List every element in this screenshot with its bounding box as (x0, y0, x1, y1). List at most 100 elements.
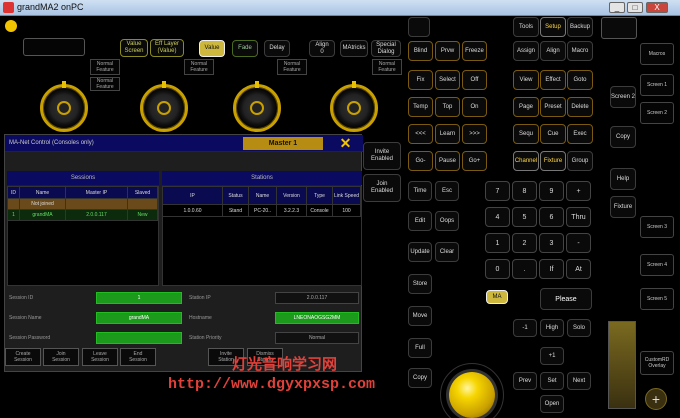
cue-button[interactable]: Cue (540, 124, 566, 144)
eff-layer-button[interactable]: Eff Layer (Value) (150, 39, 184, 57)
oops-button[interactable]: Oops (435, 211, 459, 231)
master-label[interactable]: Master 1 (243, 137, 323, 150)
next-button[interactable]: Next (567, 372, 591, 390)
value-button[interactable]: Value (199, 40, 225, 57)
key-7[interactable]: 7 (485, 181, 510, 201)
freeze-button[interactable]: Freeze (462, 41, 487, 61)
command-box-left[interactable] (23, 38, 85, 56)
goto-button[interactable]: Goto (567, 70, 593, 90)
key-5[interactable]: 5 (512, 207, 537, 227)
update-button[interactable]: Update (408, 242, 432, 262)
table-row[interactable]: 1 grandMA 2.0.0.117 New (8, 210, 158, 221)
full-button[interactable]: Full (408, 338, 432, 358)
ma-button[interactable]: MA (486, 290, 508, 304)
minus-one-button[interactable]: -1 (513, 319, 537, 337)
close-window-button[interactable]: X (646, 2, 668, 13)
delete-right-button[interactable]: Screen 2 (610, 86, 636, 108)
assign-button[interactable]: Assign (513, 41, 539, 61)
group-button[interactable]: Group (567, 151, 593, 171)
delete-key-button[interactable]: Delete (567, 97, 593, 117)
key-3[interactable]: 3 (539, 233, 564, 253)
on-button[interactable]: On (462, 97, 487, 117)
create-session-button[interactable]: Create Session (5, 348, 41, 366)
macro-button[interactable]: Macro (567, 41, 593, 61)
fixture-right-button[interactable]: Fixture (610, 196, 636, 218)
fixture-button[interactable]: Fixture (540, 151, 566, 171)
matricks-button[interactable]: MAtricks (340, 40, 368, 57)
tools-button[interactable]: Tools (513, 17, 539, 37)
move-button[interactable]: Move (408, 306, 432, 326)
key-4[interactable]: 4 (485, 207, 510, 227)
go-plus-button[interactable]: Go+ (462, 151, 487, 171)
join-session-button[interactable]: Join Session (43, 348, 79, 366)
time-button[interactable]: Time (408, 181, 432, 201)
channel-button[interactable]: Channel (513, 151, 539, 171)
set-button[interactable]: Set (540, 372, 564, 390)
special-dialog-button[interactable]: Special Dialog (371, 40, 401, 57)
setup-button[interactable]: Setup (540, 17, 566, 37)
encoder-1[interactable] (40, 81, 88, 132)
align-key-button[interactable]: Align (540, 41, 566, 61)
temp-button[interactable]: Temp (408, 97, 433, 117)
key-6[interactable]: 6 (539, 207, 564, 227)
open-button[interactable]: Open (540, 395, 564, 413)
sequ-button[interactable]: Sequ (513, 124, 539, 144)
hostname-field[interactable]: LNEONAOGSG2MM (275, 312, 359, 324)
value-screen-button[interactable]: Value Screen (120, 39, 148, 57)
key-1[interactable]: 1 (485, 233, 510, 253)
off-button[interactable]: Off (462, 70, 487, 90)
pause-button[interactable]: Pause (435, 151, 460, 171)
screen-5-button[interactable]: Screen 5 (640, 288, 674, 310)
key-minus[interactable]: - (566, 233, 591, 253)
screen-4-button[interactable]: Screen 4 (640, 254, 674, 276)
customrd-overlay-button[interactable]: CustomRD Overlay (640, 351, 674, 375)
key-9[interactable]: 9 (539, 181, 564, 201)
page-button[interactable]: Page (513, 97, 539, 117)
edit-button[interactable]: Edit (408, 211, 432, 231)
copy-right-button[interactable]: Copy (610, 126, 636, 148)
station-priority-field[interactable]: Normal (275, 332, 359, 344)
add-icon[interactable]: + (645, 388, 667, 410)
key-dot[interactable]: . (512, 259, 537, 279)
effect-button[interactable]: Effect (540, 70, 566, 90)
select-button[interactable]: Select (435, 70, 460, 90)
screen-1-button[interactable]: Screen 1 (640, 74, 674, 96)
copy-button[interactable]: Copy (408, 368, 432, 388)
session-name-field[interactable]: grandMA (96, 312, 182, 324)
grandmaster-fader[interactable] (608, 321, 636, 409)
station-ip-field[interactable]: 2.0.0.117 (275, 292, 359, 304)
join-enabled-button[interactable]: Join Enabled (363, 174, 401, 202)
key-plus[interactable]: + (566, 181, 591, 201)
preset-button[interactable]: Preset (540, 97, 566, 117)
prvw-button[interactable]: Prvw (435, 41, 460, 61)
end-session-button[interactable]: End Session (120, 348, 156, 366)
session-id-field[interactable]: 1 (96, 292, 182, 304)
view-button[interactable]: View (513, 70, 539, 90)
top-button[interactable]: Top (435, 97, 460, 117)
help-button[interactable]: Help (610, 168, 636, 190)
go-minus-button[interactable]: Go- (408, 151, 433, 171)
blind-button[interactable]: Blind (408, 41, 433, 61)
table-row[interactable]: 1.0.0.60 Stand PC-20.. 3.2.2.3 Console 1… (163, 205, 361, 217)
minimize-button[interactable]: _ (609, 2, 625, 13)
plus-one-button[interactable]: +1 (540, 347, 564, 365)
key-at[interactable]: At (566, 259, 591, 279)
encoder-3[interactable] (233, 81, 281, 132)
align-button[interactable]: Align 0 (309, 40, 335, 57)
exec-button[interactable]: Exec (567, 124, 593, 144)
back-button[interactable]: <<< (408, 124, 433, 144)
encoder-4[interactable] (330, 81, 378, 132)
backup-button[interactable]: Backup (567, 17, 593, 37)
key-2[interactable]: 2 (512, 233, 537, 253)
screen-2-button[interactable]: Screen 2 (640, 102, 674, 124)
please-button[interactable]: Please (540, 288, 592, 310)
leave-session-button[interactable]: Leave Session (82, 348, 118, 366)
encoder-2[interactable] (140, 81, 188, 132)
table-row[interactable]: Not joined (8, 199, 158, 210)
key-0[interactable]: 0 (485, 259, 510, 279)
fade-button[interactable]: Fade (232, 40, 258, 57)
store-button[interactable]: Store (408, 274, 432, 294)
clear-button[interactable]: Clear (435, 242, 459, 262)
screen-3-button[interactable]: Screen 3 (640, 216, 674, 238)
key-if[interactable]: If (539, 259, 564, 279)
